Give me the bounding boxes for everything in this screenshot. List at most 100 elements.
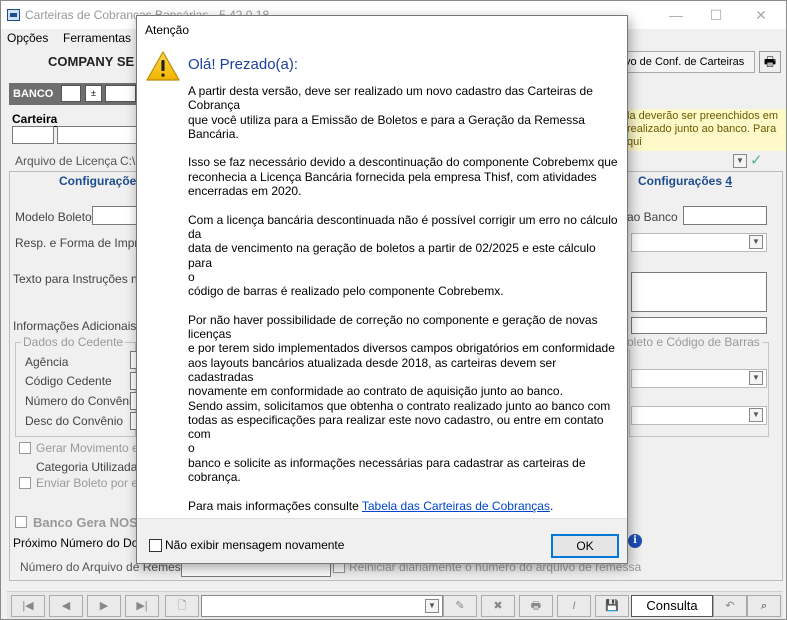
app-icon <box>7 9 20 21</box>
boleto-codigo-barras-title: oleto e Código de Barras <box>625 335 762 349</box>
dont-show-again-checkbox[interactable] <box>149 539 162 552</box>
info-icon[interactable]: i <box>628 534 642 548</box>
chevron-down-icon[interactable]: ▼ <box>749 371 763 385</box>
check-icon[interactable]: ✓ <box>750 151 763 169</box>
save-icon[interactable]: 💾 <box>595 595 629 617</box>
categoria-utilizada-label: Categoria Utilizada e <box>36 460 148 474</box>
message-line: data de vencimento na geração de boletos… <box>188 241 596 270</box>
record-search-combo[interactable] <box>201 595 443 617</box>
arquivo-licenca-value: C:\ <box>120 154 136 168</box>
menu-ferramentas[interactable]: Ferramentas <box>63 31 131 45</box>
banco-label: BANCO <box>13 88 54 100</box>
company-name: COMPANY SE <box>48 54 135 69</box>
arquivo-licenca-label: Arquivo de Licença <box>15 154 118 168</box>
message-line: Isso se faz necessário devido a desconti… <box>188 155 618 170</box>
consulta-field[interactable]: Consulta <box>631 595 713 617</box>
carteiras-table-link[interactable]: Tabela das Carteiras de Cobranças <box>362 499 550 513</box>
close-button[interactable]: ✕ <box>741 5 781 25</box>
texto-instrucoes-label: Texto para Instruções no <box>13 272 145 286</box>
message-line: código de barras é realizado pelo compon… <box>188 284 504 299</box>
message-paragraph-1: A partir desta versão, deve ser realizad… <box>188 84 620 141</box>
binoculars-icon[interactable]: ⌕ <box>747 595 781 617</box>
hint-note: la deverão ser preenchidos em realizado … <box>623 109 786 151</box>
carteira-code-input[interactable] <box>12 126 54 144</box>
tab-configuracoes-4-label: Configurações <box>638 174 723 188</box>
next-record-icon[interactable]: ▶ <box>87 595 121 617</box>
message-line: o <box>188 269 195 284</box>
print-icon[interactable]: 🖶 <box>519 595 553 617</box>
gerar-movimento-label: Gerar Movimento em <box>36 441 149 455</box>
message-line: cobrança. <box>188 470 241 485</box>
chevron-down-icon[interactable]: ▼ <box>733 154 747 168</box>
warning-icon <box>146 51 180 81</box>
dialog-title-bar: Atenção <box>137 16 627 44</box>
printer-icon[interactable]: 🖶 <box>759 51 781 73</box>
dialog-message: A partir desta versão, deve ser realizad… <box>188 84 620 527</box>
banco-gera-noss-label: Banco Gera NOSS <box>33 515 147 530</box>
texto-instrucoes-input[interactable] <box>631 272 767 312</box>
boleto-combo-2[interactable] <box>631 406 767 425</box>
banco-name-input[interactable] <box>105 85 136 102</box>
minimize-button[interactable]: — <box>656 5 696 25</box>
chevron-down-icon[interactable]: ▼ <box>749 408 763 422</box>
edit-icon[interactable]: ✎ <box>443 595 477 617</box>
message-line: aos layouts bancários atualizada desde 2… <box>188 355 557 384</box>
numero-convenio-label: Número do Convênio <box>25 394 139 408</box>
banco-gera-noss-checkbox[interactable] <box>15 516 27 528</box>
agencia-label: Agência <box>25 355 69 369</box>
message-line: licenças <box>188 327 232 342</box>
message-paragraph-4: Por não haver possibilidade de correção … <box>188 313 620 485</box>
delete-icon[interactable]: ✖ <box>481 595 515 617</box>
new-document-icon[interactable]: 🗋 <box>165 595 199 617</box>
dialog-title: Atenção <box>145 23 190 37</box>
resp-forma-combo[interactable] <box>631 233 767 252</box>
message-paragraph-2: Isso se faz necessário devido a desconti… <box>188 155 620 198</box>
gerar-movimento-checkbox[interactable] <box>19 442 31 454</box>
banco-lookup-button[interactable]: ± <box>85 85 102 102</box>
enviar-boleto-checkbox[interactable] <box>19 477 31 489</box>
dont-show-again-label[interactable]: Não exibir mensagem novamente <box>165 538 344 552</box>
message-line: e por terem sido implementados diversos … <box>188 341 615 356</box>
banco-bar: BANCO ± <box>9 83 136 105</box>
message-line: o <box>188 441 195 456</box>
message-line: da <box>188 226 202 241</box>
message-line: novamente em conformidade ao contrato de… <box>188 384 563 399</box>
chevron-down-icon[interactable]: ▼ <box>749 235 763 249</box>
message-line: Sendo assim, solicitamos que obtenha o c… <box>188 398 611 413</box>
message-line: banco e solicite as informações necessár… <box>188 455 586 470</box>
tab-configuracoes-4[interactable]: Configurações 4 <box>638 174 732 188</box>
last-record-icon[interactable]: ▶| <box>125 595 159 617</box>
message-line: Com a licença bancária descontinuada não… <box>188 212 618 227</box>
message-line: Cobrança <box>188 98 241 113</box>
proximo-numero-label: Próximo Número do Docu <box>13 536 152 550</box>
enviar-boleto-label: Enviar Boleto por em <box>36 476 149 490</box>
ao-banco-label: ao Banco <box>627 210 678 224</box>
desc-convenio-label: Desc do Convênio <box>25 414 124 428</box>
message-line: Por não haver possibilidade de correção … <box>188 312 598 327</box>
carteira-name-input[interactable] <box>57 126 137 144</box>
message-line: todas as especificações para realizar es… <box>188 412 604 442</box>
ao-banco-input[interactable] <box>683 206 767 225</box>
first-record-icon[interactable]: |◀ <box>11 595 45 617</box>
ok-button[interactable]: OK <box>551 534 619 558</box>
message-line: A partir desta versão, deve ser realizad… <box>188 84 593 98</box>
message-line: que você utiliza para a Emissão de Bolet… <box>188 112 585 141</box>
maximize-button[interactable]: ☐ <box>696 5 736 25</box>
attention-dialog: Atenção Olá! Prezado(a): A partir desta … <box>136 15 628 564</box>
italic-icon[interactable]: I <box>557 595 591 617</box>
banco-code-input[interactable] <box>61 85 81 102</box>
menu-opcoes[interactable]: Opções <box>7 31 48 45</box>
codigo-cedente-label: Código Cedente <box>25 374 112 388</box>
more-info-line: Para mais informações consulte Tabela da… <box>188 499 620 513</box>
message-line: reconhecia a Licença Bancária fornecida … <box>188 169 597 184</box>
modelo-boleto-input[interactable] <box>92 206 138 225</box>
chevron-down-icon[interactable]: ▼ <box>425 599 439 613</box>
prev-record-icon[interactable]: ◀ <box>49 595 83 617</box>
boleto-combo-1[interactable] <box>631 369 767 388</box>
modelo-boleto-label: Modelo Boleto <box>15 210 92 224</box>
undo-icon[interactable]: ↶ <box>713 595 747 617</box>
informacoes-adicionais-input[interactable] <box>631 317 767 334</box>
tab-configuracoes[interactable]: Configurações <box>59 174 143 188</box>
tab-configuracoes-4-num: 4 <box>725 174 733 188</box>
conf-carteiras-button[interactable]: vo de Conf. de Carteiras <box>619 51 755 73</box>
